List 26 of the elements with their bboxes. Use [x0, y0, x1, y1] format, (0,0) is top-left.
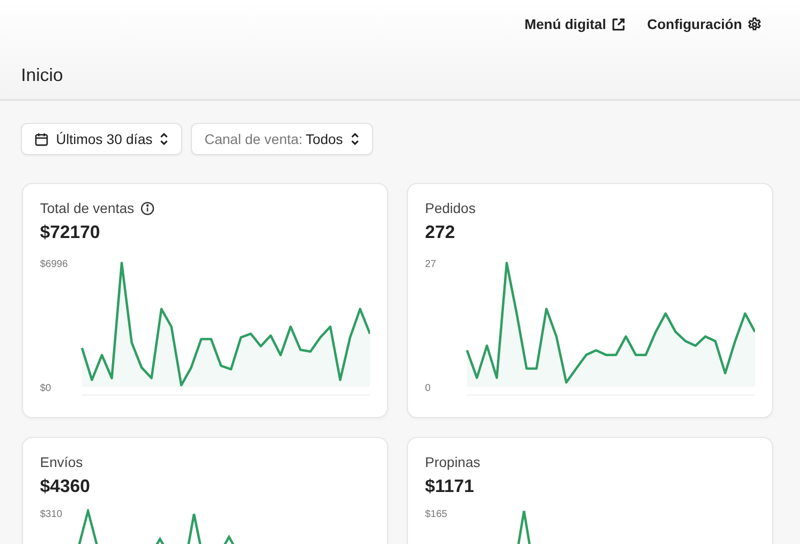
y-axis-label: 27: [425, 259, 436, 270]
y-axis-label: $0: [40, 383, 52, 394]
y-axis-label: $165: [425, 509, 448, 520]
card-title: Total de ventas: [40, 200, 134, 216]
page-title: Inicio: [21, 65, 64, 86]
nav-link[interactable]: Configuración: [647, 16, 762, 32]
nav-link[interactable]: Menú digital: [524, 16, 626, 32]
metric-value: 272: [425, 222, 456, 243]
external-link-icon: [611, 16, 626, 32]
metric-value: $1171: [425, 476, 476, 497]
chevron-up-down-icon: [159, 132, 170, 146]
chevron-up-down-icon: [350, 132, 360, 146]
metric-value: $4360: [40, 476, 92, 497]
sparkline-drawing: [515, 509, 534, 544]
filter-dropdown[interactable]: Últimos 30 días: [21, 123, 182, 155]
calendar-icon: [34, 132, 49, 146]
settings-icon: [747, 16, 762, 32]
y-axis-label: 0: [425, 383, 431, 394]
y-axis-label: $6996: [40, 259, 68, 270]
card-title: Envíos: [40, 454, 83, 470]
info-icon[interactable]: [140, 200, 156, 216]
y-axis-label: $310: [40, 509, 62, 520]
card-title: Propinas: [425, 454, 480, 470]
card-title: Pedidos: [425, 200, 476, 216]
metric-value: $72170: [40, 222, 102, 243]
filter-dropdown[interactable]: Canal de venta: Todos: [191, 123, 373, 155]
